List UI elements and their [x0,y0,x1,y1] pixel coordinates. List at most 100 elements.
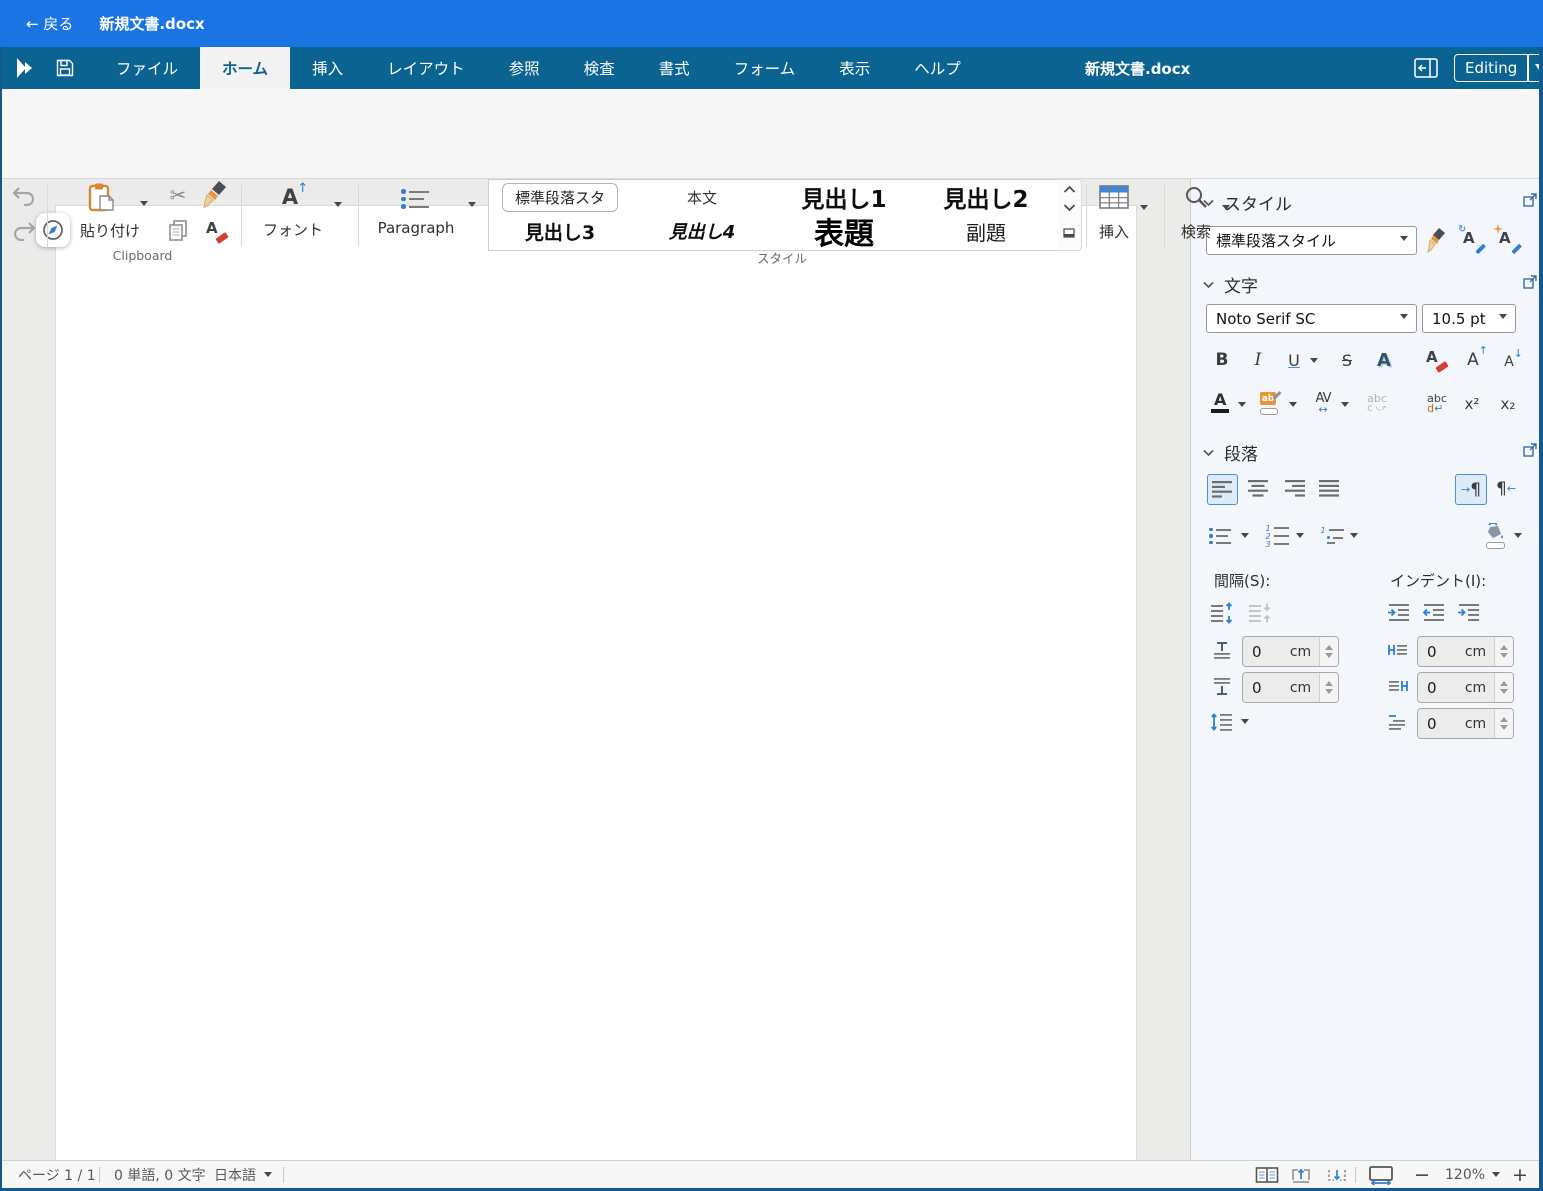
tab-review[interactable]: 検査 [562,47,637,89]
gallery-up-button[interactable] [1058,180,1080,198]
tab-format[interactable]: 書式 [637,47,712,89]
first-line-indent-spinner[interactable]: 0 cm [1417,708,1514,739]
tab-insert[interactable]: 挿入 [290,47,365,89]
editing-mode-button[interactable]: Editing [1454,54,1543,82]
line-spacing-caret[interactable] [1241,719,1249,728]
font-color-button[interactable]: A [1208,390,1234,418]
outline-list-caret[interactable] [1350,533,1358,542]
document-canvas[interactable] [0,178,1190,1160]
align-center-button[interactable] [1243,474,1272,503]
decrease-indent-button[interactable] [1420,600,1448,626]
increase-paragraph-spacing-button[interactable] [1208,600,1236,626]
decrease-paragraph-spacing-button[interactable] [1246,600,1274,626]
word-count[interactable]: 0 単語, 0 文字 [114,1161,206,1189]
insert-table-icon[interactable] [1097,182,1131,212]
italic-button[interactable]: I [1245,346,1271,374]
paragraph-style-combobox[interactable]: 標準段落スタイル [1206,226,1417,255]
font-dropdown-caret[interactable] [334,202,342,211]
tab-layout[interactable]: レイアウト [365,47,487,89]
before-text-indent-spinner[interactable]: 0 cm [1417,636,1514,667]
style-heading2[interactable]: 見出し2 [915,180,1057,214]
spinner-arrows[interactable] [1319,637,1338,666]
below-paragraph-spacing-spinner[interactable]: 0 cm [1242,672,1339,703]
styles-section-header[interactable]: スタイル [1203,190,1292,215]
search-icon[interactable] [1180,182,1212,212]
gallery-more-button[interactable] [1058,224,1080,242]
language-selector[interactable]: 日本語 [214,1161,272,1189]
style-body-text[interactable]: 本文 [631,180,773,214]
above-paragraph-spacing-spinner[interactable]: 0 cm [1242,636,1339,667]
highlight-caret[interactable] [1289,402,1297,411]
clear-formatting-icon[interactable]: A [202,217,230,245]
clone-formatting-button[interactable] [1424,226,1450,254]
paste-dropdown-caret[interactable] [140,201,148,210]
justify-button[interactable] [1315,474,1344,503]
change-case-button[interactable]: abcc ⤻ [1362,390,1392,418]
bold-button[interactable]: B [1208,346,1236,374]
tab-references[interactable]: 参照 [487,47,562,89]
tab-home[interactable]: ホーム [200,47,290,89]
spinner-arrows[interactable] [1319,673,1338,702]
align-right-button[interactable] [1279,474,1308,503]
insert-dropdown-caret[interactable] [1140,205,1148,214]
paste-button[interactable]: 貼り付け [62,220,158,241]
paragraph-group-icon[interactable] [398,185,432,213]
spinner-arrows[interactable] [1494,673,1513,702]
font-size-combobox[interactable]: 10.5 pt [1422,304,1516,333]
font-group-button[interactable]: フォント [252,219,334,240]
copy-icon[interactable] [164,217,192,245]
undo-button[interactable] [8,183,40,209]
shrink-font-button[interactable]: A↓ [1494,346,1524,374]
highlight-color-button[interactable]: ab [1258,390,1282,418]
character-spacing-button[interactable]: AV↔ [1308,390,1338,418]
shadow-button[interactable]: A [1370,346,1398,374]
font-group-icon[interactable]: A↑ [272,181,308,213]
tab-help[interactable]: ヘルプ [892,47,983,89]
font-name-combobox[interactable]: Noto Serif SC [1206,304,1417,333]
subscript-button[interactable]: x₂ [1494,390,1522,418]
right-to-left-button[interactable]: ¶← [1491,474,1521,503]
gallery-down-button[interactable] [1058,198,1080,216]
after-text-indent-spinner[interactable]: 0 cm [1417,672,1514,703]
bullet-list-button[interactable] [1205,522,1235,550]
underline-button[interactable]: U [1281,346,1307,374]
paragraph-section-header[interactable]: 段落 [1203,440,1258,465]
style-default[interactable]: 標準段落スタ [489,180,631,214]
tab-form[interactable]: フォーム [712,47,818,89]
bullet-list-caret[interactable] [1241,533,1249,542]
book-view-button[interactable] [1255,1161,1279,1189]
paste-icon[interactable] [82,180,122,216]
fit-width-button[interactable] [1368,1161,1394,1189]
redo-button[interactable] [8,218,40,244]
grow-font-button[interactable]: A↑ [1458,346,1488,374]
character-section-header[interactable]: 文字 [1203,272,1258,297]
spinner-arrows[interactable] [1494,637,1513,666]
paragraph-dropdown-caret[interactable] [468,202,476,211]
increase-indent-button[interactable] [1385,600,1413,626]
paragraph-background-color-button[interactable] [1480,520,1510,552]
zoom-level[interactable]: 120% [1445,1161,1500,1189]
clone-formatting-icon[interactable] [201,179,231,209]
outline-list-button[interactable]: 1 [1317,522,1347,550]
left-to-right-button[interactable]: →¶ [1455,474,1487,505]
phonetic-guide-button[interactable]: abcd↵ [1422,390,1452,418]
update-style-button[interactable]: ↻A [1458,226,1488,254]
tab-view[interactable]: 表示 [817,47,892,89]
font-color-caret[interactable] [1238,402,1246,411]
document-page[interactable] [55,205,1137,1163]
spacing-caret[interactable] [1341,402,1349,411]
back-button[interactable]: ← 戻る [26,13,73,34]
numbered-list-button[interactable]: 1 2 3 [1262,522,1292,550]
search-button[interactable]: 検索 [1170,221,1222,242]
style-subtitle[interactable]: 副題 [915,214,1057,248]
align-left-button[interactable] [1207,474,1238,505]
character-open-dialog-icon[interactable] [1523,274,1537,293]
style-heading4[interactable]: 見出し4 [631,214,773,248]
search-dropdown-caret[interactable] [1222,205,1230,214]
numbered-list-caret[interactable] [1296,533,1304,542]
paragraph-group-button[interactable]: Paragraph [372,219,460,237]
spinner-arrows[interactable] [1494,709,1513,738]
page-width-button[interactable] [1326,1161,1348,1189]
tab-file[interactable]: ファイル [94,47,200,89]
line-spacing-button[interactable] [1208,708,1236,736]
